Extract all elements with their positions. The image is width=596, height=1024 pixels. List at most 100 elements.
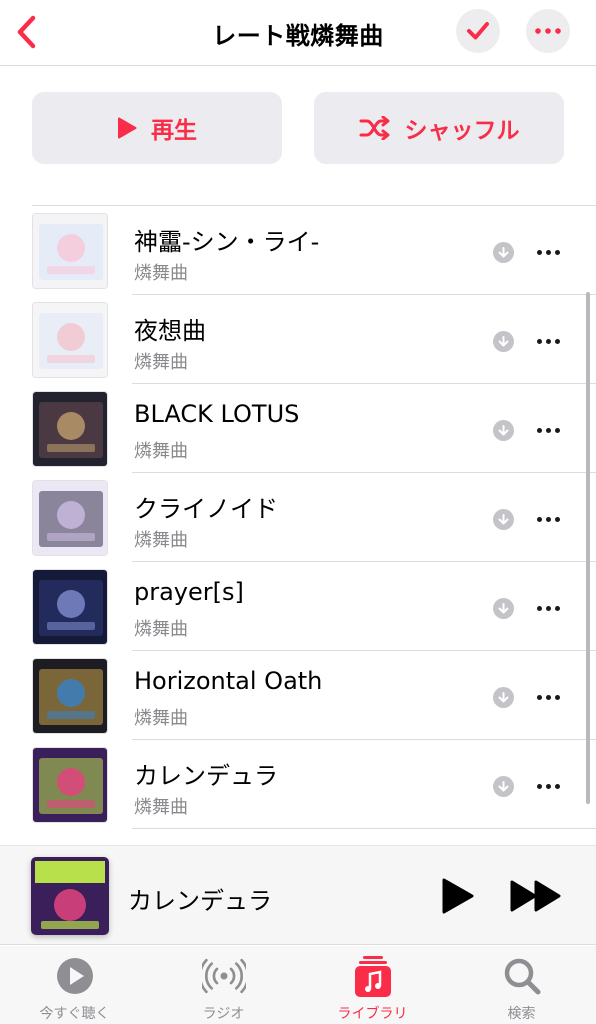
track-title: 神靁-シン・ライ- xyxy=(134,228,320,256)
mini-play-button[interactable] xyxy=(437,876,477,916)
checkmark-icon xyxy=(467,22,489,40)
select-button[interactable] xyxy=(456,9,500,53)
track-more-button[interactable] xyxy=(532,596,564,620)
track-title: カレンデュラ xyxy=(134,762,278,790)
dot xyxy=(545,338,551,344)
tab-label: 今すぐ聴く xyxy=(39,1006,110,1022)
album-artwork-graphic xyxy=(33,659,107,733)
dot xyxy=(536,338,542,344)
radio-waves-icon xyxy=(201,956,246,996)
track-artist: 燐舞曲 xyxy=(134,530,188,551)
dot xyxy=(536,427,542,433)
dot xyxy=(554,427,560,433)
dot xyxy=(554,249,560,255)
track-title: Horizontal Oath xyxy=(134,667,323,695)
tab-label: ライブラリ xyxy=(337,1006,408,1022)
track-row[interactable]: prayer[s] 燐舞曲 xyxy=(0,562,596,651)
row-divider xyxy=(132,828,596,829)
now-playing-artwork xyxy=(31,857,109,935)
track-row[interactable]: BLACK LOTUS 燐舞曲 xyxy=(0,384,596,473)
downloaded-icon xyxy=(493,776,514,797)
dot xyxy=(554,605,560,611)
play-button[interactable]: 再生 xyxy=(32,92,282,164)
navigation-header: レート戦燐舞曲 xyxy=(0,0,596,66)
album-artwork-graphic xyxy=(33,481,107,555)
dot xyxy=(554,516,560,522)
dot xyxy=(545,605,551,611)
downloaded-icon xyxy=(493,598,514,619)
play-circle-icon xyxy=(53,956,97,996)
track-title: クライノイド xyxy=(134,495,278,523)
now-playing-title: カレンデュラ xyxy=(128,887,272,915)
tab-radio[interactable]: ラジオ xyxy=(149,946,298,1024)
track-artist: 燐舞曲 xyxy=(134,263,188,284)
downloaded-icon xyxy=(493,509,514,530)
more-options-button[interactable] xyxy=(526,9,570,53)
dot xyxy=(545,516,551,522)
page-title: レート戦燐舞曲 xyxy=(212,22,384,50)
search-icon xyxy=(500,956,544,996)
tab-search[interactable]: 検索 xyxy=(447,946,596,1024)
album-artwork xyxy=(32,658,108,734)
track-row[interactable]: カレンデュラ 燐舞曲 xyxy=(0,740,596,829)
tab-bar: 今すぐ聴く ラジオ ライブラリ 検索 xyxy=(0,946,596,1024)
track-artist: 燐舞曲 xyxy=(134,708,188,729)
album-artwork-graphic xyxy=(33,392,107,466)
dot xyxy=(554,694,560,700)
album-artwork xyxy=(32,569,108,645)
album-artwork-graphic xyxy=(33,570,107,644)
dot xyxy=(536,605,542,611)
track-more-button[interactable] xyxy=(532,329,564,353)
play-icon xyxy=(442,878,474,914)
dot xyxy=(536,516,542,522)
shuffle-icon xyxy=(359,116,389,140)
track-row[interactable]: 夜想曲 燐舞曲 xyxy=(0,295,596,384)
dot xyxy=(554,783,560,789)
track-artist: 燐舞曲 xyxy=(134,797,188,818)
dot xyxy=(536,783,542,789)
shuffle-label: シャッフル xyxy=(404,118,520,144)
track-more-button[interactable] xyxy=(532,685,564,709)
track-row[interactable]: Horizontal Oath 燐舞曲 xyxy=(0,651,596,740)
next-track-button[interactable] xyxy=(508,876,564,916)
dot xyxy=(536,249,542,255)
track-more-button[interactable] xyxy=(532,418,564,442)
track-more-button[interactable] xyxy=(532,507,564,531)
track-artist: 燐舞曲 xyxy=(134,441,188,462)
track-row[interactable]: クライノイド 燐舞曲 xyxy=(0,473,596,562)
album-artwork xyxy=(32,213,108,289)
ellipsis-icon xyxy=(535,28,561,34)
downloaded-icon xyxy=(493,242,514,263)
dot xyxy=(554,338,560,344)
track-artist: 燐舞曲 xyxy=(134,352,188,373)
album-artwork xyxy=(32,480,108,556)
album-artwork xyxy=(32,391,108,467)
album-artwork-graphic xyxy=(33,214,107,288)
play-icon xyxy=(118,117,137,139)
tab-library[interactable]: ライブラリ xyxy=(298,946,447,1024)
downloaded-icon xyxy=(493,687,514,708)
dot xyxy=(545,783,551,789)
track-row[interactable]: 神靁-シン・ライ- 燐舞曲 xyxy=(0,206,596,295)
track-title: prayer[s] xyxy=(134,578,244,606)
tab-listen-now[interactable]: 今すぐ聴く xyxy=(0,946,149,1024)
scrollbar[interactable] xyxy=(586,292,590,804)
dot xyxy=(536,694,542,700)
track-more-button[interactable] xyxy=(532,774,564,798)
dot xyxy=(545,694,551,700)
library-music-icon xyxy=(351,956,395,997)
dot xyxy=(545,249,551,255)
album-artwork-graphic xyxy=(33,748,107,822)
downloaded-icon xyxy=(493,420,514,441)
dot xyxy=(545,427,551,433)
play-label: 再生 xyxy=(151,118,197,144)
album-artwork-graphic xyxy=(33,303,107,377)
album-artwork xyxy=(32,747,108,823)
album-artwork xyxy=(32,302,108,378)
shuffle-button[interactable]: シャッフル xyxy=(314,92,564,164)
mini-player[interactable]: カレンデュラ xyxy=(0,845,596,945)
track-artist: 燐舞曲 xyxy=(134,619,188,640)
track-title: BLACK LOTUS xyxy=(134,400,300,428)
tab-label: 検索 xyxy=(507,1006,536,1022)
track-more-button[interactable] xyxy=(532,240,564,264)
